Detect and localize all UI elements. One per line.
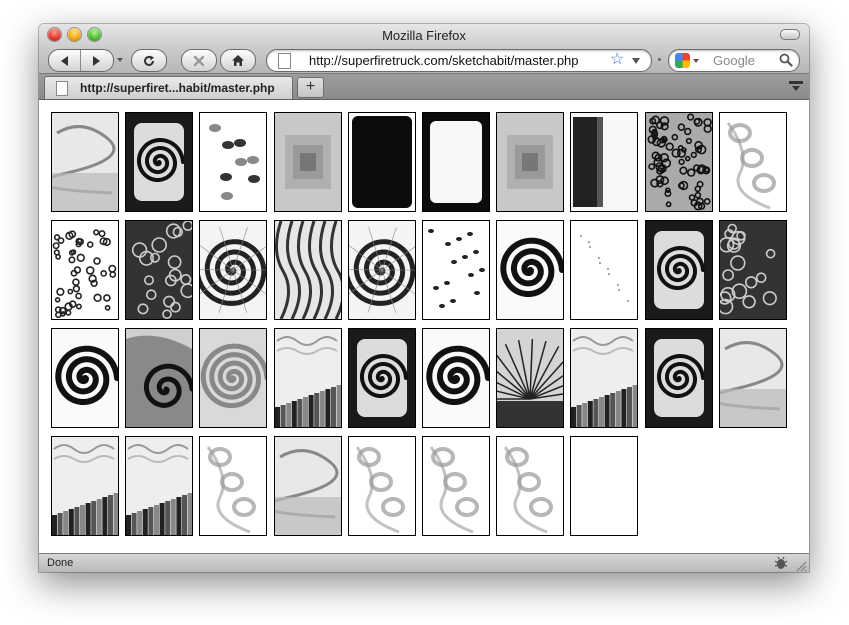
search-icon[interactable] [779,53,793,67]
sketch-thumbnail[interactable] [347,436,416,536]
sketch-thumbnail[interactable] [570,436,639,536]
sketch-thumbnail[interactable] [273,112,342,212]
sketch-thumbnail[interactable] [273,436,342,536]
sketch-thumbnail[interactable] [347,328,416,428]
title-bar: Mozilla Firefox http://superfiretruck.co… [39,24,809,74]
sketch-thumbnail[interactable] [199,220,268,320]
search-engine-dropdown-icon[interactable] [693,59,699,63]
sketch-thumbnail[interactable] [644,112,713,212]
sketch-thumbnail[interactable] [718,328,787,428]
history-dropdown-icon[interactable] [117,58,123,62]
search-bar[interactable]: Google [668,49,800,72]
bug-icon[interactable] [773,556,789,570]
url-dropdown-icon[interactable] [632,58,640,64]
back-button[interactable] [49,50,80,71]
status-text: Done [47,557,74,569]
sketch-thumbnail[interactable] [422,220,490,320]
bookmark-star-icon[interactable]: ☆ [610,51,624,69]
back-arrow-icon [61,55,68,66]
sketch-thumbnail[interactable] [347,220,416,320]
sketch-thumbnail[interactable] [51,220,119,320]
sketch-thumbnail[interactable] [51,328,119,428]
stop-button[interactable] [181,49,217,72]
new-tab-button[interactable]: + [297,77,324,98]
sketch-thumbnail[interactable] [570,112,639,212]
sketch-gallery [39,100,809,553]
sketch-thumbnail[interactable] [644,220,713,320]
sketch-thumbnail[interactable] [718,220,787,320]
tab-title: http://superfiret...habit/master.php [80,81,275,95]
sketch-thumbnail[interactable] [570,328,639,428]
forward-button[interactable] [81,50,112,71]
sketch-thumbnail[interactable] [496,112,565,212]
sketch-thumbnail[interactable] [125,328,194,428]
page-icon [278,53,291,69]
resize-grip-icon[interactable] [796,561,807,572]
toolbar-toggle-button[interactable] [780,29,800,40]
back-forward-group [48,49,114,72]
reload-button[interactable] [131,49,167,72]
browser-window: Mozilla Firefox http://superfiretruck.co… [39,24,809,572]
sketch-thumbnail[interactable] [422,436,490,536]
reload-icon [144,55,154,66]
sketch-thumbnail[interactable] [718,112,787,212]
stop-icon [193,55,205,66]
sketch-thumbnail[interactable] [199,112,268,212]
sketch-thumbnail[interactable] [125,436,194,536]
home-button[interactable] [220,49,256,72]
sketch-thumbnail[interactable] [644,328,713,428]
sketch-thumbnail[interactable] [51,436,119,536]
sketch-thumbnail[interactable] [496,436,565,536]
window-title: Mozilla Firefox [382,28,466,43]
sketch-thumbnail[interactable] [570,220,639,320]
sketch-thumbnail[interactable] [347,112,416,212]
tab-active[interactable]: http://superfiret...habit/master.php [44,76,293,99]
list-all-tabs-icon[interactable] [788,79,804,93]
sketch-thumbnail[interactable] [422,328,490,428]
sketch-thumbnail[interactable] [125,220,194,320]
sketch-thumbnail[interactable] [496,328,565,428]
url-text[interactable]: http://superfiretruck.com/sketchabit/mas… [309,53,579,68]
google-icon[interactable] [675,53,690,68]
home-icon [232,55,244,66]
sketch-thumbnail[interactable] [125,112,194,212]
sketch-thumbnail[interactable] [273,328,342,428]
tab-bar: http://superfiret...habit/master.php + [39,74,809,100]
sketch-thumbnail[interactable] [51,112,119,212]
url-bar[interactable]: http://superfiretruck.com/sketchabit/mas… [266,49,652,72]
search-input[interactable]: Google [713,53,755,68]
forward-arrow-icon [93,55,100,66]
toolbar-separator [658,58,661,61]
sketch-thumbnail[interactable] [273,220,342,320]
sketch-thumbnail[interactable] [199,436,268,536]
sketch-thumbnail[interactable] [422,112,490,212]
sketch-thumbnail[interactable] [199,328,268,428]
sketch-thumbnail[interactable] [496,220,565,320]
status-bar: Done [39,553,809,572]
page-icon [56,81,68,96]
